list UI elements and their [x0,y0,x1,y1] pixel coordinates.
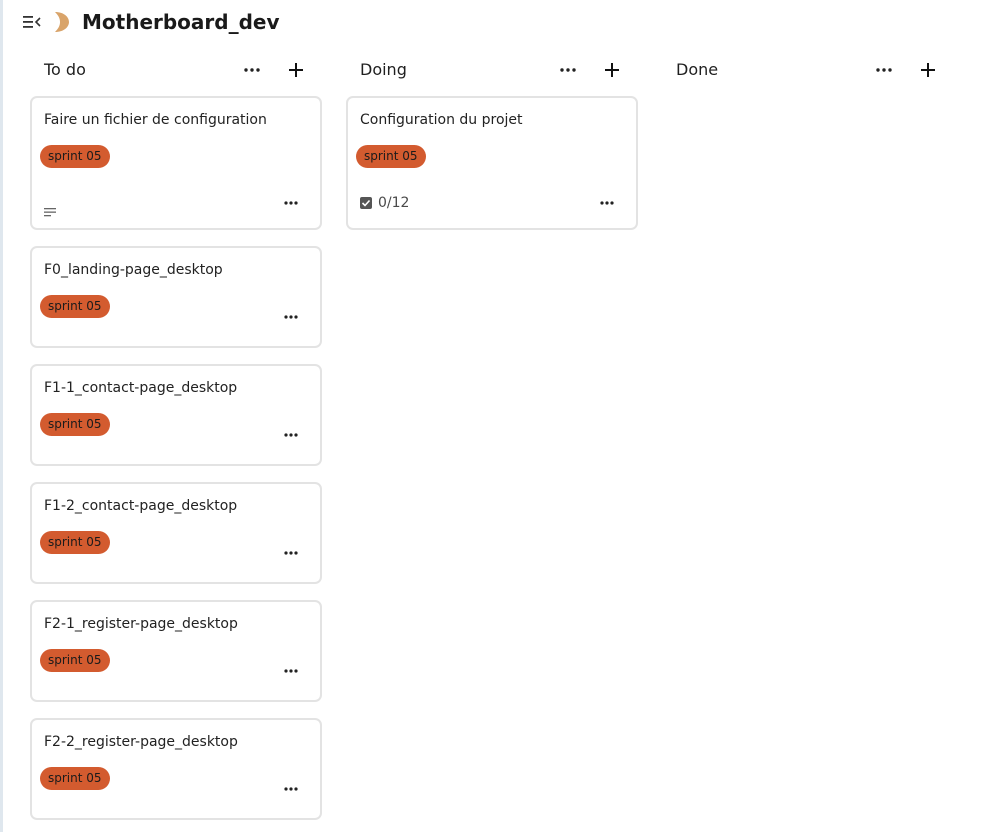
more-horizontal-icon[interactable] [282,546,300,560]
card-title: F2-2_register-page_desktop [44,734,238,750]
card[interactable]: F2-2_register-page_desktop sprint 05 [30,718,322,820]
checklist-progress: 0/12 [360,195,409,211]
card-title: F1-2_contact-page_desktop [44,498,238,514]
label-badge: sprint 05 [40,295,110,318]
label-badge: sprint 05 [40,649,110,672]
column-title: To do [44,60,86,79]
checklist-count: 0/12 [378,195,410,211]
description-lines-icon [44,202,58,217]
card-title: F2-1_register-page_desktop [44,616,238,632]
more-horizontal-icon[interactable] [242,60,262,80]
column-title: Doing [360,60,407,79]
card-title: F1-1_contact-page_desktop [44,380,238,396]
column-header: To do [30,52,322,88]
more-horizontal-icon[interactable] [874,60,894,80]
checkbox-icon [360,197,372,209]
column-to-do: To do Faire un fichier de configuration … [30,52,322,820]
left-edge-border [0,0,3,832]
board-title: Motherboard_dev [82,10,280,34]
plus-icon[interactable] [918,60,938,80]
column-title: Done [676,60,719,79]
column-header: Doing [346,52,638,88]
more-horizontal-icon[interactable] [282,664,300,678]
plus-icon[interactable] [602,60,622,80]
card[interactable]: Faire un fichier de configuration sprint… [30,96,322,230]
card-title: F0_landing-page_desktop [44,262,223,278]
more-horizontal-icon[interactable] [282,428,300,442]
column-done: Done [662,52,954,88]
card-title: Configuration du projet [360,112,523,128]
plus-icon[interactable] [286,60,306,80]
more-horizontal-icon[interactable] [282,310,300,324]
label-badge: sprint 05 [40,145,110,168]
more-horizontal-icon[interactable] [598,196,616,210]
card[interactable]: Configuration du projet sprint 05 0/12 [346,96,638,230]
column-header: Done [662,52,954,88]
card-title: Faire un fichier de configuration [44,112,267,128]
card[interactable]: F0_landing-page_desktop sprint 05 [30,246,322,348]
column-doing: Doing Configuration du projet sprint 05 … [346,52,638,230]
card[interactable]: F1-2_contact-page_desktop sprint 05 [30,482,322,584]
label-badge: sprint 05 [40,531,110,554]
more-horizontal-icon[interactable] [282,196,300,210]
more-horizontal-icon[interactable] [558,60,578,80]
more-horizontal-icon[interactable] [282,782,300,796]
board-moon-icon [52,11,70,33]
menu-collapse-icon[interactable] [22,12,42,32]
label-badge: sprint 05 [356,145,426,168]
board-header: Motherboard_dev [22,8,280,36]
card[interactable]: F2-1_register-page_desktop sprint 05 [30,600,322,702]
card[interactable]: F1-1_contact-page_desktop sprint 05 [30,364,322,466]
label-badge: sprint 05 [40,413,110,436]
label-badge: sprint 05 [40,767,110,790]
